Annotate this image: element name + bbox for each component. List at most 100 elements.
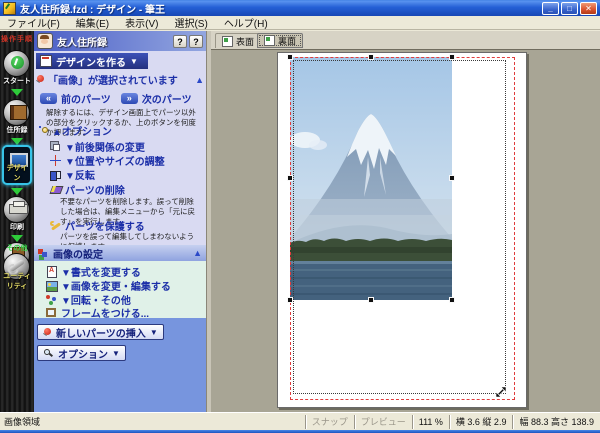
- status-bar: 画像領域 スナップ プレビュー 111 % 横 3.6 縦 2.9 幅 88.3…: [0, 412, 600, 430]
- parts-navigation: « 前のパーツ » 次のパーツ: [40, 91, 206, 106]
- address-book-icon: [10, 105, 27, 120]
- status-zoom: 111 %: [412, 415, 449, 429]
- link-change-format[interactable]: ▼書式を変更する: [46, 264, 141, 279]
- image-settings-header[interactable]: 画像の設定 ▲: [34, 245, 206, 261]
- other-label: その他: [0, 243, 34, 253]
- magnifier-icon: [43, 348, 54, 359]
- status-position: 横 3.6 縦 2.9: [449, 415, 513, 429]
- link-change-image[interactable]: ▼画像を変更・編集する: [46, 278, 171, 293]
- step-arrow-icon: [11, 235, 23, 242]
- move-resize-icon: [50, 155, 61, 166]
- design-doc-icon: [40, 55, 52, 67]
- status-region: 画像領域: [0, 415, 305, 428]
- start-icon: [11, 56, 24, 69]
- sidebar-item-print[interactable]: 印刷: [2, 196, 32, 232]
- link-protect-part[interactable]: パーツを保護する: [50, 218, 145, 233]
- status-size: 幅 88.3 高さ 138.9: [512, 415, 600, 429]
- flip-icon: [50, 169, 61, 180]
- pin-icon: [36, 75, 45, 84]
- minimize-button[interactable]: _: [542, 2, 559, 15]
- step-arrow-icon: [11, 188, 23, 195]
- protect-wrench-icon: [50, 220, 61, 231]
- menu-bar: ファイル(F) 編集(E) 表示(V) 選択(S) ヘルプ(H): [0, 16, 600, 30]
- link-position-size[interactable]: ▼位置やサイズの調整: [50, 153, 165, 168]
- step-arrow-icon: [11, 138, 23, 145]
- front-page-icon: [222, 36, 233, 47]
- tab-front[interactable]: 表面: [215, 33, 261, 48]
- printer-icon: [9, 204, 28, 214]
- close-button[interactable]: ✕: [580, 2, 597, 15]
- dropdown-triangle-icon: ▼: [150, 328, 158, 337]
- picture-icon: [46, 280, 57, 291]
- handle-top-left[interactable]: [287, 54, 293, 60]
- options-toggle[interactable]: ▲オプション: [39, 123, 112, 138]
- task-panel: 友人住所録 ? ? デザインを作る ▼ 「画像」が選択されています ▲ « 前の…: [34, 31, 206, 412]
- frame-icon: [46, 307, 57, 318]
- pin-icon: [43, 328, 52, 337]
- stack-order-icon: [50, 141, 61, 152]
- steps-sidebar: 操作手順 スタート 住所録 デザイン 印刷 終了 その他 ユーティリティ: [0, 31, 34, 412]
- menu-view[interactable]: 表示(V): [125, 15, 158, 30]
- addressbook-circle: [3, 99, 30, 126]
- eraser-icon: [50, 184, 61, 195]
- steps-label: 操作手順: [0, 34, 34, 44]
- panel-title-bar: 友人住所録 ? ?: [34, 31, 206, 51]
- next-part-button[interactable]: 次のパーツ: [142, 91, 192, 106]
- addressbook-name: 友人住所録: [57, 34, 171, 49]
- title-bar: 友人住所録.fzd : デザイン - 筆王 _ □ ✕: [0, 0, 600, 16]
- selection-status: 「画像」が選択されています: [48, 72, 192, 87]
- prev-part-button[interactable]: 前のパーツ: [61, 91, 111, 106]
- app-window: 友人住所録.fzd : デザイン - 筆王 _ □ ✕ ファイル(F) 編集(E…: [0, 0, 600, 433]
- image-area-frame[interactable]: [293, 60, 506, 394]
- menu-help[interactable]: ヘルプ(H): [224, 15, 268, 30]
- design-menu-button[interactable]: デザインを作る ▼: [36, 53, 148, 69]
- handle-bottom-center[interactable]: [368, 297, 374, 303]
- sidebar-item-addressbook[interactable]: 住所録: [2, 99, 32, 135]
- collapse-triangle-icon[interactable]: ▲: [193, 248, 202, 258]
- sidebar-item-start[interactable]: スタート: [2, 50, 32, 86]
- menu-select[interactable]: 選択(S): [174, 15, 207, 30]
- format-icon: [46, 266, 57, 277]
- handle-bottom-right[interactable]: [449, 297, 455, 303]
- image-settings-section: ▼書式を変更する ▼画像を変更・編集する ▼回転・その他 フレームをつける...: [34, 261, 206, 318]
- app-icon: [3, 2, 16, 15]
- help-button[interactable]: ?: [173, 35, 187, 48]
- link-delete-part[interactable]: パーツの削除: [50, 182, 125, 197]
- window-title: 友人住所録.fzd : デザイン - 筆王: [20, 1, 542, 16]
- resize-cursor-icon: [494, 385, 508, 399]
- step-arrow-icon: [11, 89, 23, 96]
- status-preview: プレビュー: [354, 415, 412, 429]
- next-part-icon[interactable]: »: [121, 93, 138, 104]
- collapse-triangle-icon[interactable]: ▲: [195, 75, 204, 85]
- start-circle: [3, 50, 30, 77]
- insert-part-button[interactable]: 新しいパーツの挿入 ▼: [37, 324, 164, 340]
- context-help-button[interactable]: ?: [189, 35, 203, 48]
- menu-file[interactable]: ファイル(F): [7, 15, 60, 30]
- sidebar-item-utility[interactable]: ユーティリティ: [2, 253, 32, 291]
- sidebar-item-design[interactable]: デザイン: [2, 145, 32, 185]
- print-circle: [3, 196, 30, 223]
- handle-mid-left[interactable]: [287, 175, 293, 181]
- handle-mid-right[interactable]: [449, 175, 455, 181]
- status-snap: スナップ: [305, 415, 354, 429]
- link-order[interactable]: ▼前後関係の変更: [50, 139, 145, 154]
- page-tab-bar: 表面 裏面: [211, 31, 600, 50]
- handle-top-right[interactable]: [449, 54, 455, 60]
- prev-part-icon[interactable]: «: [40, 93, 57, 104]
- options-button[interactable]: オプション ▼: [37, 345, 126, 361]
- addressbook-face-icon: [37, 33, 53, 49]
- handle-top-center[interactable]: [368, 54, 374, 60]
- lamp-icon: [39, 126, 49, 136]
- handle-bottom-left[interactable]: [287, 297, 293, 303]
- image-settings-icon: [38, 248, 49, 259]
- dropdown-triangle-icon: ▼: [112, 349, 120, 358]
- back-page-icon: [264, 35, 275, 46]
- selection-status-row: 「画像」が選択されています ▲: [36, 72, 204, 87]
- link-flip[interactable]: ▼反転: [50, 167, 95, 182]
- rotate-icon: [46, 294, 57, 305]
- dropdown-triangle-icon: ▼: [130, 57, 138, 66]
- menu-edit[interactable]: 編集(E): [76, 15, 109, 30]
- panel-bottom-area: 新しいパーツの挿入 ▼ オプション ▼: [34, 318, 206, 412]
- restore-button[interactable]: □: [561, 2, 578, 15]
- tab-back[interactable]: 裏面: [257, 33, 303, 48]
